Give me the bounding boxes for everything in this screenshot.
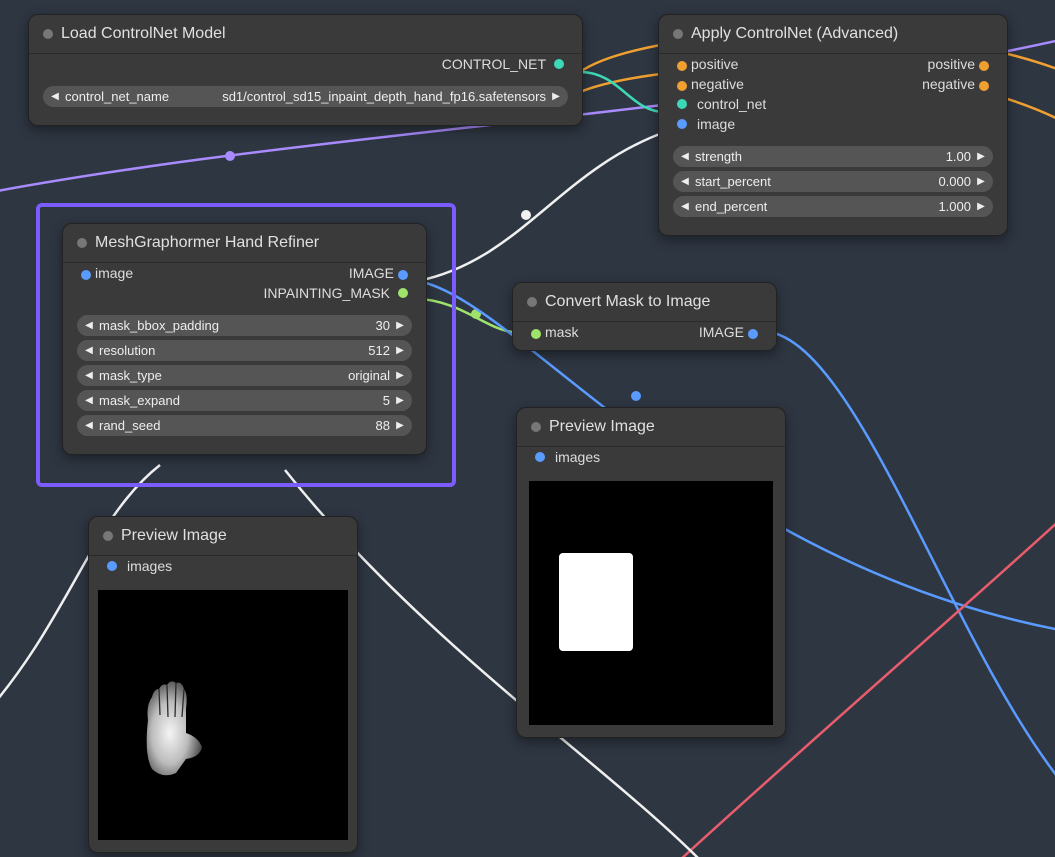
node-header[interactable]: MeshGraphormer Hand Refiner [63,224,426,263]
node-title: Load ControlNet Model [61,25,226,43]
node-header[interactable]: Load ControlNet Model [29,15,582,54]
param-rand-seed[interactable]: ◀ rand_seed 88 ▶ [77,415,412,436]
node-header[interactable]: Preview Image [517,408,785,447]
preview-canvas [98,590,348,840]
chevron-left-icon[interactable]: ◀ [679,151,691,163]
param-mask-bbox-padding[interactable]: ◀ mask_bbox_padding 30 ▶ [77,315,412,336]
collapse-dot-icon[interactable] [77,238,87,248]
input-port-negative[interactable] [677,81,687,91]
input-port-image[interactable] [81,270,91,280]
param-start-percent[interactable]: ◀ start_percent 0.000 ▶ [673,171,993,192]
input-port-image[interactable] [677,119,687,129]
chevron-right-icon[interactable]: ▶ [394,345,406,357]
output-label: CONTROL_NET [442,56,546,72]
mask-region [559,553,633,651]
node-title: MeshGraphormer Hand Refiner [95,234,319,252]
collapse-dot-icon[interactable] [527,297,537,307]
output-port-positive[interactable] [979,61,989,71]
node-header[interactable]: Apply ControlNet (Advanced) [659,15,1007,54]
chevron-right-icon[interactable]: ▶ [550,91,562,103]
output-port-image[interactable] [398,270,408,280]
collapse-dot-icon[interactable] [103,531,113,541]
chevron-right-icon[interactable]: ▶ [394,320,406,332]
chevron-right-icon[interactable]: ▶ [394,395,406,407]
input-port-images[interactable] [535,452,545,462]
input-port-positive[interactable] [677,61,687,71]
param-control-net-name[interactable]: ◀ control_net_name sd1/control_sd15_inpa… [43,86,568,107]
node-load-controlnet[interactable]: Load ControlNet Model CONTROL_NET ◀ cont… [28,14,583,126]
node-convert-mask[interactable]: Convert Mask to Image mask IMAGE [512,282,777,351]
collapse-dot-icon[interactable] [531,422,541,432]
node-title: Convert Mask to Image [545,293,710,311]
node-preview-image-hand[interactable]: Preview Image images [88,516,358,853]
node-title: Apply ControlNet (Advanced) [691,25,898,43]
param-end-percent[interactable]: ◀ end_percent 1.000 ▶ [673,196,993,217]
chevron-left-icon[interactable]: ◀ [679,201,691,213]
chevron-left-icon[interactable]: ◀ [83,370,95,382]
chevron-left-icon[interactable]: ◀ [83,345,95,357]
param-strength[interactable]: ◀ strength 1.00 ▶ [673,146,993,167]
chevron-right-icon[interactable]: ▶ [975,201,987,213]
param-mask-expand[interactable]: ◀ mask_expand 5 ▶ [77,390,412,411]
node-preview-image-mask[interactable]: Preview Image images [516,407,786,738]
node-header[interactable]: Preview Image [89,517,357,556]
collapse-dot-icon[interactable] [673,29,683,39]
node-title: Preview Image [549,418,655,436]
chevron-right-icon[interactable]: ▶ [975,176,987,188]
param-resolution[interactable]: ◀ resolution 512 ▶ [77,340,412,361]
output-port-control-net[interactable] [554,59,564,69]
output-port-image[interactable] [748,329,758,339]
chevron-right-icon[interactable]: ▶ [394,420,406,432]
input-port-images[interactable] [107,561,117,571]
chevron-left-icon[interactable]: ◀ [49,91,61,103]
chevron-right-icon[interactable]: ▶ [975,151,987,163]
chevron-left-icon[interactable]: ◀ [83,395,95,407]
input-port-mask[interactable] [531,329,541,339]
chevron-right-icon[interactable]: ▶ [394,370,406,382]
node-meshgraphormer[interactable]: MeshGraphormer Hand Refiner image IMAGE … [62,223,427,455]
node-title: Preview Image [121,527,227,545]
node-header[interactable]: Convert Mask to Image [513,283,776,322]
output-port-inpainting-mask[interactable] [398,288,408,298]
hand-depth-icon [128,675,208,780]
input-port-control-net[interactable] [677,99,687,109]
param-mask-type[interactable]: ◀ mask_type original ▶ [77,365,412,386]
node-apply-controlnet[interactable]: Apply ControlNet (Advanced) positive pos… [658,14,1008,236]
chevron-left-icon[interactable]: ◀ [679,176,691,188]
preview-canvas [529,481,773,725]
chevron-left-icon[interactable]: ◀ [83,320,95,332]
chevron-left-icon[interactable]: ◀ [83,420,95,432]
output-port-negative[interactable] [979,81,989,91]
collapse-dot-icon[interactable] [43,29,53,39]
